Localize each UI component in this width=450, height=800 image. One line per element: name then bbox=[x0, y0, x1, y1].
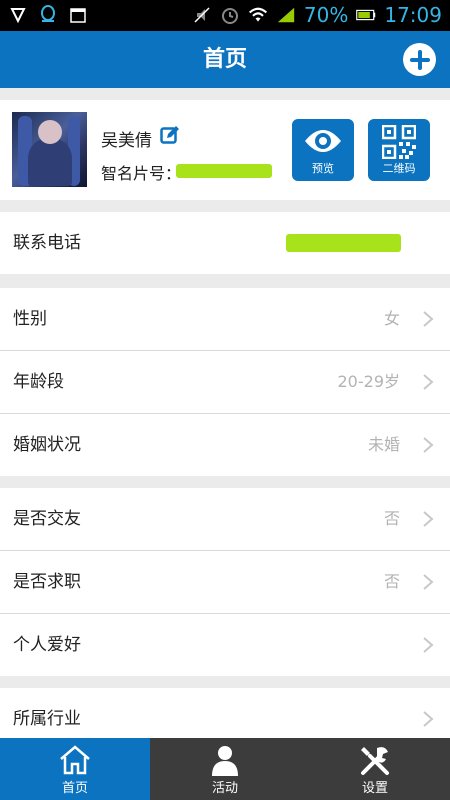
tools-icon bbox=[300, 744, 450, 776]
tab-settings[interactable]: 设置 bbox=[300, 738, 450, 800]
chevron-right-icon bbox=[423, 711, 434, 727]
wifi-icon bbox=[248, 5, 268, 25]
person-icon bbox=[150, 744, 300, 776]
field-value: 未婚 bbox=[367, 435, 400, 454]
field-value: 否 bbox=[383, 509, 400, 528]
tab-label: 设置 bbox=[361, 781, 388, 796]
phone-label: 联系电话 bbox=[13, 233, 81, 253]
list-item[interactable]: 是否求职 否 bbox=[0, 551, 450, 613]
qq-icon bbox=[38, 5, 58, 25]
list-item[interactable]: 年龄段 20-29岁 bbox=[0, 351, 450, 413]
card-number-redacted bbox=[176, 164, 272, 178]
shield-icon bbox=[8, 5, 28, 25]
field-label: 是否交友 bbox=[13, 509, 81, 529]
field-label: 年龄段 bbox=[13, 372, 64, 392]
chevron-right-icon bbox=[423, 637, 434, 653]
preview-label: 预览 bbox=[312, 162, 334, 175]
edit-icon[interactable] bbox=[160, 125, 180, 145]
plus-icon bbox=[409, 49, 430, 70]
profile-name: 吴美倩 bbox=[101, 131, 152, 151]
field-label: 婚姻状况 bbox=[13, 435, 81, 455]
signal-icon bbox=[276, 5, 296, 25]
tab-label: 活动 bbox=[211, 781, 238, 796]
eye-icon bbox=[292, 125, 354, 157]
chevron-right-icon bbox=[423, 511, 434, 527]
tab-home[interactable]: 首页 bbox=[0, 738, 150, 800]
phone-redacted bbox=[286, 234, 401, 252]
chevron-right-icon bbox=[423, 437, 434, 453]
calendar-icon bbox=[68, 5, 88, 25]
tab-label: 首页 bbox=[61, 781, 88, 796]
bottom-tab-bar: 首页 活动 设置 bbox=[0, 738, 450, 800]
add-button[interactable] bbox=[403, 43, 436, 76]
chevron-right-icon bbox=[423, 374, 434, 390]
card-number-label: 智名片号： bbox=[101, 164, 182, 183]
chevron-right-icon bbox=[423, 574, 434, 590]
list-item[interactable]: 婚姻状况 未婚 bbox=[0, 414, 450, 476]
mute-icon bbox=[192, 5, 212, 25]
title-bar: 首页 bbox=[0, 31, 450, 88]
preview-button[interactable]: 预览 bbox=[292, 119, 354, 181]
list-item[interactable]: 性别 女 bbox=[0, 288, 450, 350]
field-value: 20-29岁 bbox=[337, 372, 401, 391]
qrcode-button[interactable]: 二维码 bbox=[368, 119, 430, 181]
status-bar: 70% 17:09 bbox=[0, 0, 450, 31]
list-item[interactable]: 个人爱好 bbox=[0, 614, 450, 676]
field-value: 否 bbox=[383, 572, 400, 591]
qrcode-icon bbox=[368, 125, 430, 159]
field-value: 女 bbox=[383, 309, 400, 328]
list-item[interactable]: 是否交友 否 bbox=[0, 488, 450, 550]
avatar[interactable] bbox=[12, 112, 87, 187]
page-title: 首页 bbox=[202, 47, 247, 72]
battery-icon bbox=[356, 5, 376, 25]
alarm-icon bbox=[220, 5, 240, 25]
battery-percent: 70% bbox=[303, 3, 349, 27]
home-icon bbox=[0, 744, 150, 776]
chevron-right-icon bbox=[423, 311, 434, 327]
tab-activity[interactable]: 活动 bbox=[150, 738, 300, 800]
qrcode-label: 二维码 bbox=[382, 162, 416, 175]
clock-time: 17:09 bbox=[384, 3, 442, 27]
field-label: 个人爱好 bbox=[13, 635, 81, 655]
phone-row[interactable]: 联系电话 bbox=[0, 212, 450, 274]
field-label: 是否求职 bbox=[13, 572, 81, 592]
field-label: 性别 bbox=[13, 309, 47, 329]
